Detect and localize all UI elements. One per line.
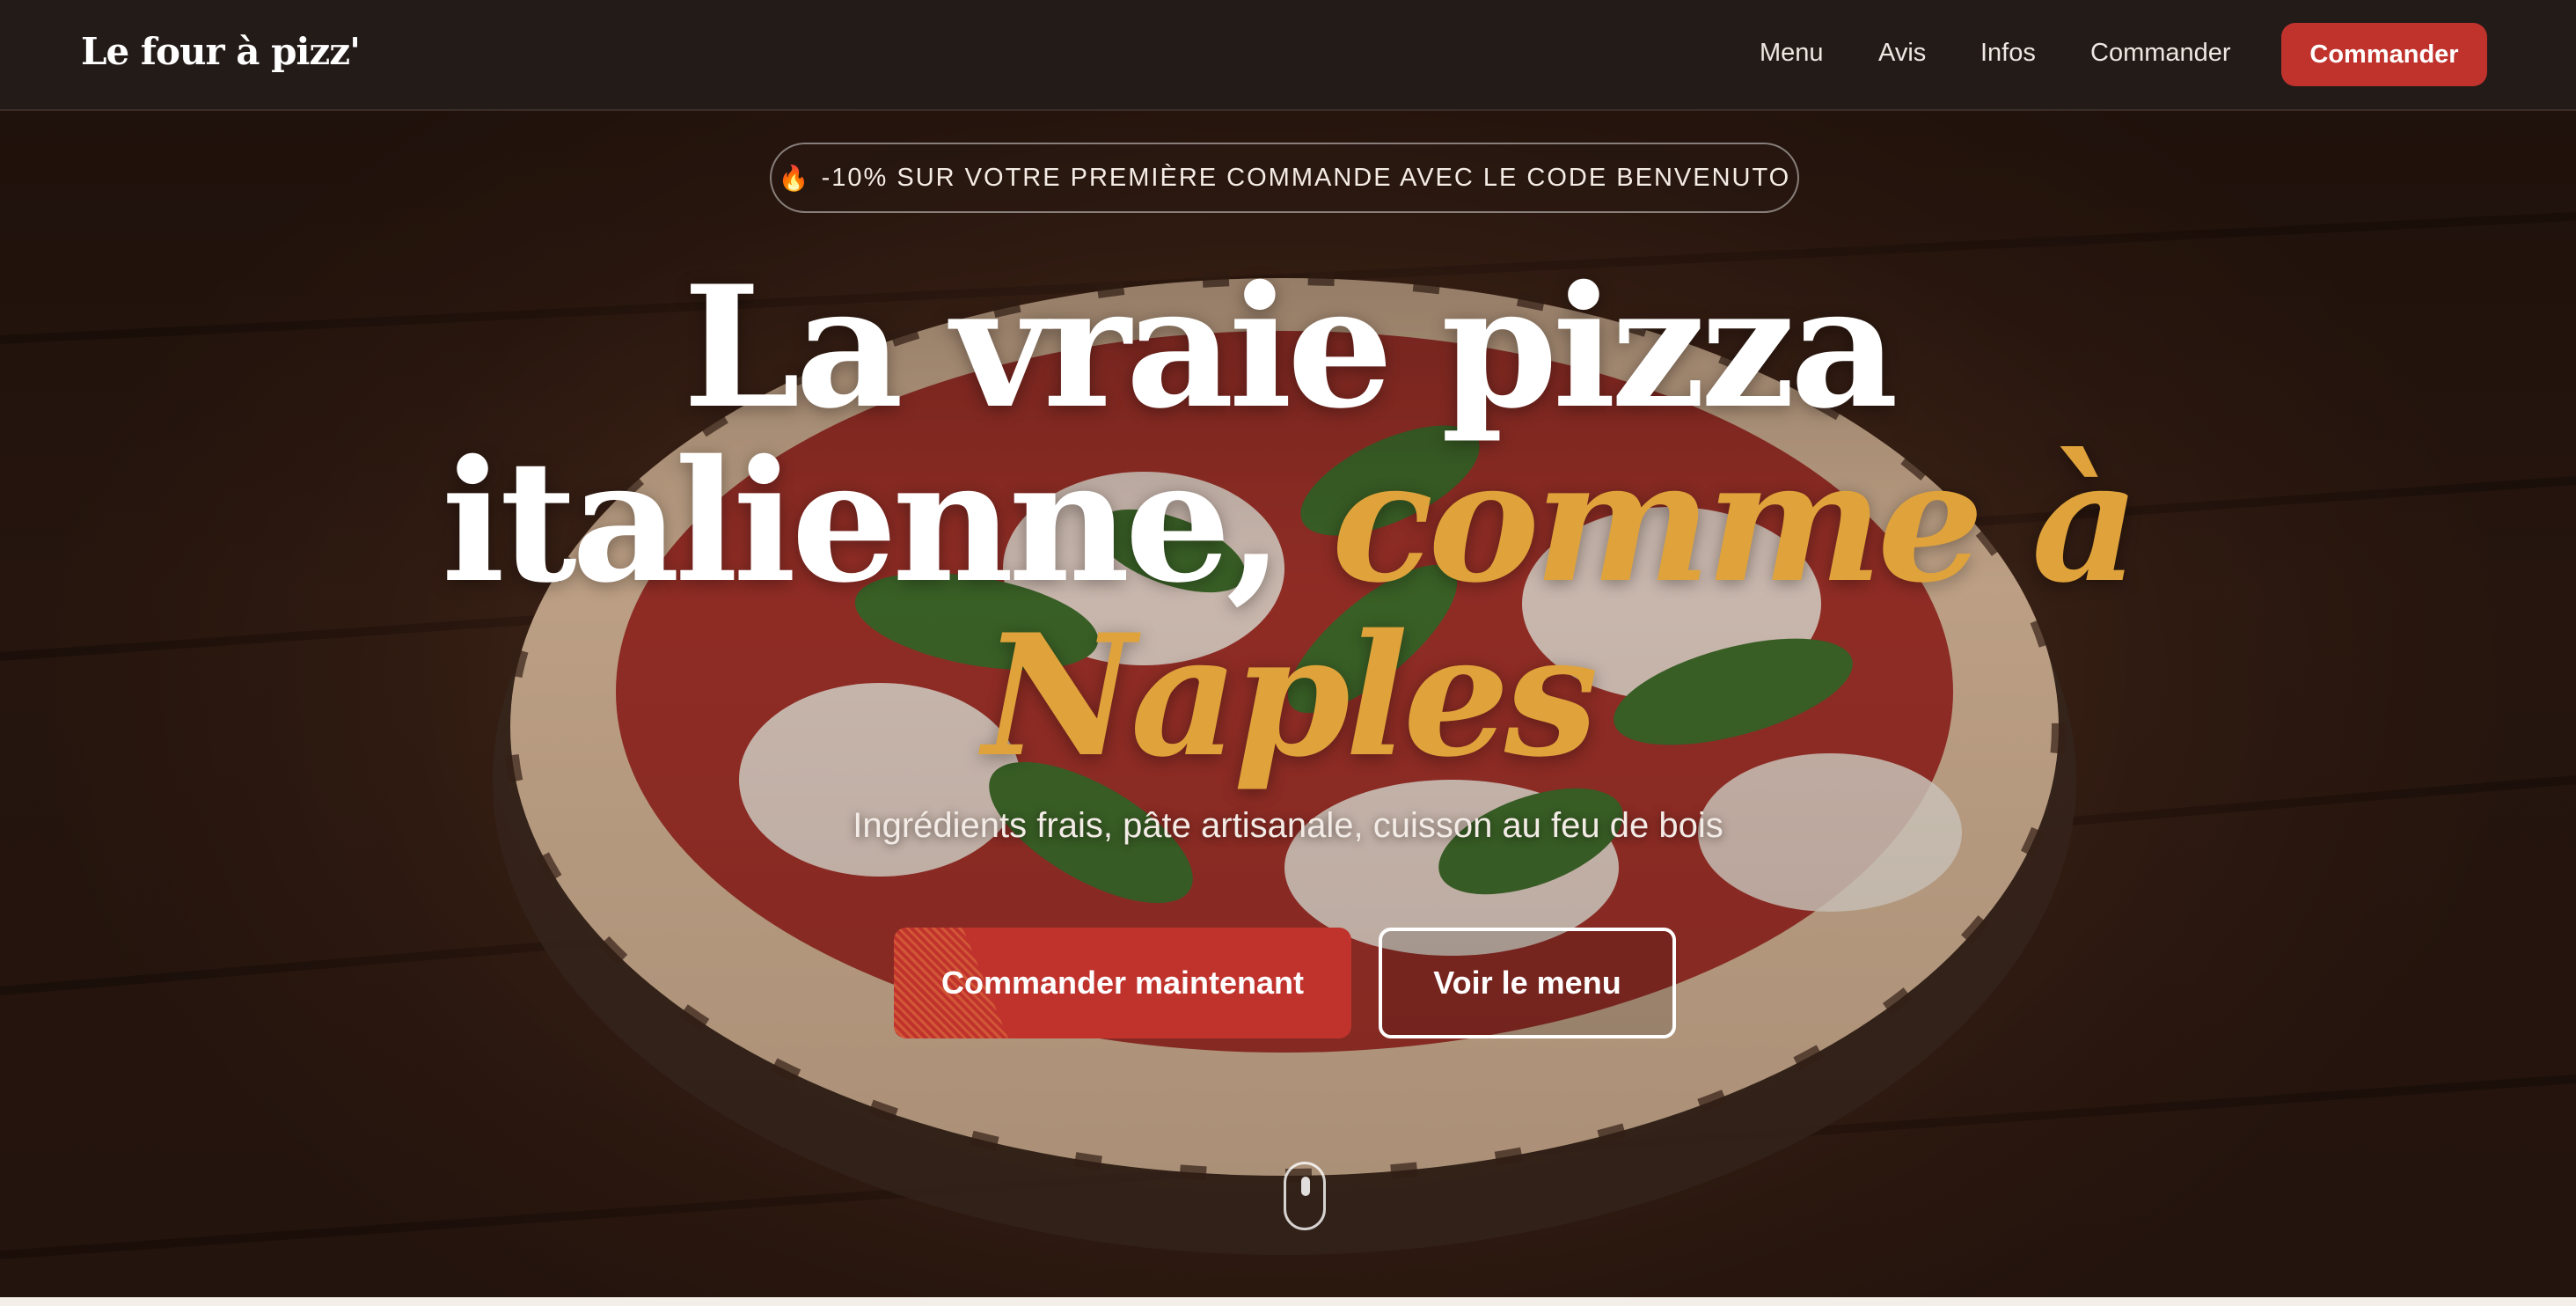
scroll-mouse-icon[interactable] xyxy=(1284,1162,1326,1230)
promo-banner: 🔥 -10% SUR VOTRE PREMIÈRE COMMANDE AVEC … xyxy=(770,143,1799,213)
top-navbar: Le four à pizz' Menu Avis Infos Commande… xyxy=(0,0,2576,111)
nav-link-avis[interactable]: Avis xyxy=(1878,39,1926,68)
order-now-button[interactable]: Commander maintenant xyxy=(894,928,1351,1038)
headline-line-2-accent: comme à xyxy=(1331,423,2141,620)
hero-subtitle: Ingrédients frais, pâte artisanale, cuis… xyxy=(853,806,1723,845)
header-order-button[interactable]: Commander xyxy=(2281,23,2487,86)
headline-line-1: La vraie pizza xyxy=(683,249,1899,445)
nav-link-menu[interactable]: Menu xyxy=(1760,39,1824,68)
headline-line-3-accent: Naples xyxy=(983,598,1599,794)
headline-line-2: italienne, comme à xyxy=(0,435,2576,609)
promo-text: -10% SUR VOTRE PREMIÈRE COMMANDE AVEC LE… xyxy=(821,163,1791,192)
view-menu-button[interactable]: Voir le menu xyxy=(1379,928,1676,1038)
hero-section: 🔥 -10% SUR VOTRE PREMIÈRE COMMANDE AVEC … xyxy=(0,111,2576,1297)
page: Le four à pizz' Menu Avis Infos Commande… xyxy=(0,0,2576,1306)
nav-link-infos[interactable]: Infos xyxy=(1980,39,2036,68)
fire-icon: 🔥 xyxy=(778,164,811,192)
nav-link-commander[interactable]: Commander xyxy=(2090,39,2231,68)
headline-line-2-plain: italienne, xyxy=(441,423,1332,620)
scroll-wheel-dot xyxy=(1301,1177,1310,1196)
next-section-edge xyxy=(0,1297,2576,1306)
order-now-label: Commander maintenant xyxy=(940,965,1305,1001)
hero-headline: La vraie pizza italienne, comme à Naples xyxy=(0,260,2576,783)
site-logo[interactable]: Le four à pizz' xyxy=(81,30,361,73)
